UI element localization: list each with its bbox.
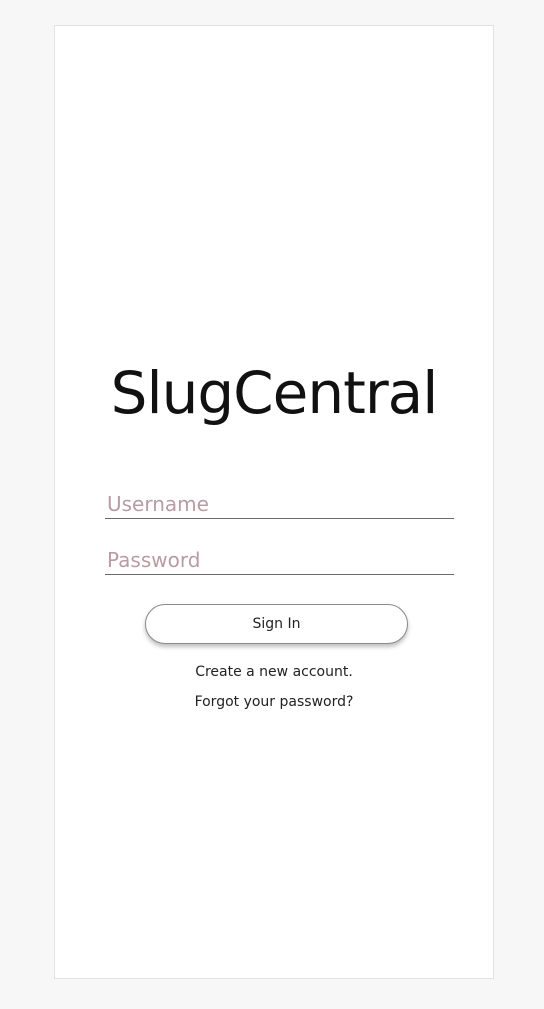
forgot-password-link[interactable]: Forgot your password? bbox=[55, 695, 493, 709]
sign-in-button[interactable]: Sign In bbox=[145, 604, 408, 644]
password-input[interactable] bbox=[105, 545, 454, 575]
create-account-link[interactable]: Create a new account. bbox=[55, 665, 493, 679]
login-screen: SlugCentral Sign In Create a new account… bbox=[54, 25, 494, 979]
username-input[interactable] bbox=[105, 489, 454, 519]
app-title: SlugCentral bbox=[110, 359, 439, 427]
